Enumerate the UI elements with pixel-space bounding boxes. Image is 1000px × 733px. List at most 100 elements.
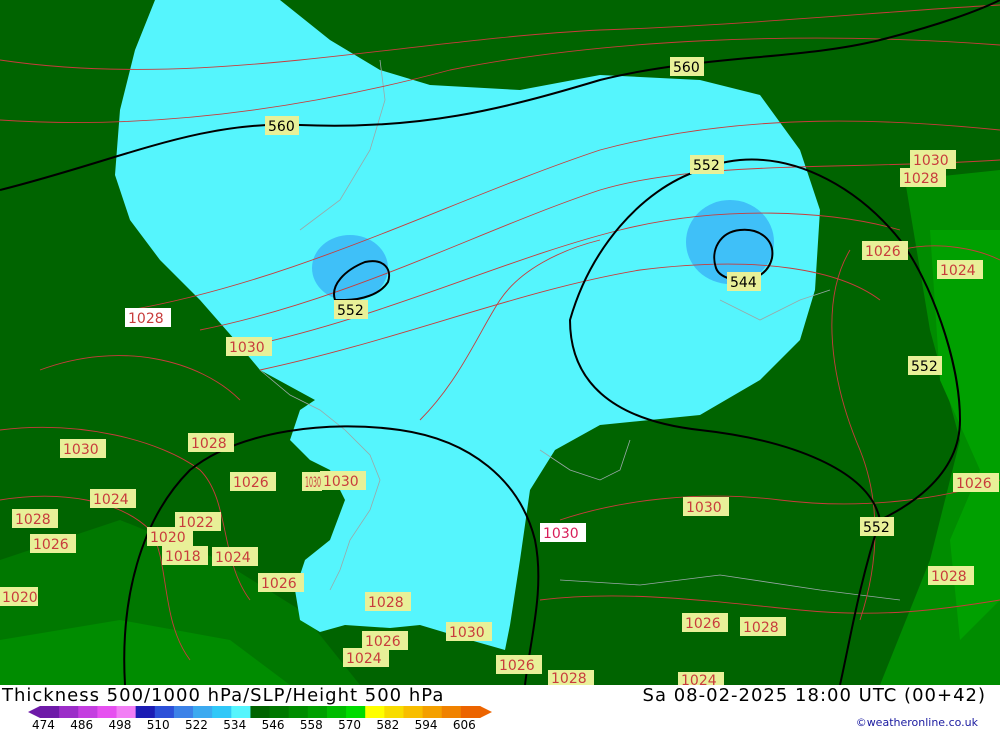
thickness-blue-pocket-east <box>686 200 774 284</box>
colorbar-label: 558 <box>299 718 323 732</box>
pressure-label-text: 1030 <box>686 500 722 516</box>
pressure-label: 1026 <box>30 534 76 553</box>
colorbar-swatch <box>231 706 251 718</box>
pressure-label-text: 1030 <box>913 153 949 169</box>
pressure-label: 1026 <box>258 573 304 592</box>
pressure-label: 1024 <box>212 547 258 566</box>
pressure-label-text: 1022 <box>178 515 214 531</box>
pressure-label: 1030 <box>60 439 106 458</box>
pressure-label-text: 1028 <box>128 311 164 327</box>
pressure-label-text: 1028 <box>903 171 939 187</box>
colorbar-swatch <box>173 706 194 718</box>
pressure-label-text: 1028 <box>15 512 51 528</box>
pressure-label-text: 1030 <box>63 442 99 458</box>
pressure-label: 1026 <box>953 473 999 492</box>
colorbar-swatch <box>212 706 232 718</box>
pressure-label-text: 1026 <box>499 658 535 674</box>
pressure-label: 1026 <box>496 655 542 674</box>
height-label: 552 <box>690 155 724 174</box>
pressure-label: 1024 <box>937 260 983 279</box>
height-label-text: 552 <box>337 303 364 319</box>
colorbar-label: 582 <box>376 718 400 732</box>
pressure-label: 1026 <box>682 613 728 632</box>
colorbar-label: 594 <box>414 718 438 732</box>
colorbar-label: 474 <box>32 718 55 732</box>
pressure-label: 1030 <box>302 472 322 491</box>
pressure-label: 1024 <box>678 672 724 685</box>
colorbar-swatch <box>135 706 156 718</box>
colorbar-swatches <box>28 706 492 718</box>
pressure-label: 1020 <box>0 587 38 606</box>
pressure-label: 1026 <box>862 241 908 260</box>
pressure-label-text: 1026 <box>956 476 992 492</box>
credit-text: ©weatheronline.co.uk <box>855 716 978 729</box>
colorbar-swatch <box>441 706 462 718</box>
colorbar-label: 606 <box>452 718 476 732</box>
pressure-label-text: 1024 <box>940 263 976 279</box>
pressure-label: 1030 <box>910 150 956 169</box>
colorbar-swatch <box>307 706 328 718</box>
colorbar-swatch <box>326 706 347 718</box>
colorbar-swatch <box>422 706 443 718</box>
pressure-label: 1024 <box>90 489 136 508</box>
colorbar-label: 546 <box>261 718 285 732</box>
height-label-text: 552 <box>863 520 890 536</box>
pressure-label-text: 1026 <box>233 475 269 491</box>
pressure-label: 1018 <box>162 546 208 565</box>
pressure-label-text: 1030 <box>323 474 359 490</box>
colorbar-swatch <box>78 706 98 718</box>
colorbar-swatch <box>40 706 60 718</box>
pressure-label-text: 1030 <box>305 475 321 491</box>
pressure-label: 1028 <box>188 433 234 452</box>
height-label-text: 560 <box>673 60 700 76</box>
colorbar-swatch <box>250 706 271 718</box>
pressure-label-text: 1024 <box>346 651 382 667</box>
colorbar-swatch <box>384 706 404 718</box>
pressure-label: 1022 <box>175 512 221 531</box>
colorbar-swatch <box>346 706 366 718</box>
colorbar-swatch <box>59 706 79 718</box>
colorbar-swatch <box>97 706 118 718</box>
colorbar-arrow-right <box>480 706 492 718</box>
pressure-label-text: 1018 <box>165 549 201 565</box>
height-label: 560 <box>670 57 704 76</box>
pressure-label-text: 1026 <box>365 634 401 650</box>
colorbar-label: 570 <box>338 718 361 732</box>
pressure-label-text: 1024 <box>93 492 129 508</box>
pressure-label: 1028 <box>928 566 974 585</box>
pressure-label-text: 1030 <box>449 625 485 641</box>
pressure-label-text: 1020 <box>2 590 38 606</box>
map-title: Thickness 500/1000 hPa/SLP/Height 500 hP… <box>2 685 445 706</box>
pressure-label: 1024 <box>343 648 389 667</box>
pressure-label-text: 1030 <box>543 526 579 542</box>
colorbar-swatch <box>193 706 213 718</box>
pressure-label-text: 1026 <box>33 537 69 553</box>
height-label: 552 <box>860 517 894 536</box>
pressure-label-text: 1026 <box>865 244 901 260</box>
colorbar-swatch <box>403 706 424 718</box>
colorbar-label: 498 <box>108 718 132 732</box>
pressure-label: 1028 <box>12 509 58 528</box>
pressure-label-text: 1026 <box>685 616 721 632</box>
height-label: 552 <box>334 300 368 319</box>
pressure-label-text: 1024 <box>681 673 717 685</box>
pressure-label: 1028 <box>365 592 411 611</box>
colorbar-swatch <box>269 706 290 718</box>
thickness-blue-pocket-west <box>312 235 388 301</box>
colorbar-label: 510 <box>146 718 170 732</box>
colorbar-label: 522 <box>185 718 208 732</box>
pressure-label: 1030 <box>320 471 366 490</box>
colorbar-swatch <box>116 706 137 718</box>
weather-map: 560 560 552 552 544 552 552 1030 1028 10… <box>0 0 1000 685</box>
height-label-text: 544 <box>730 275 757 291</box>
pressure-label: 1030 <box>446 622 492 641</box>
pressure-label: 1030 <box>540 523 586 542</box>
height-label: 560 <box>265 116 299 135</box>
colorbar-arrow-left <box>28 706 40 718</box>
colorbar-label: 534 <box>223 718 247 732</box>
colorbar <box>28 706 492 718</box>
colorbar-swatch <box>154 706 175 718</box>
pressure-label: 1028 <box>740 617 786 636</box>
pressure-label-text: 1020 <box>150 530 186 546</box>
colorbar-swatch <box>460 706 481 718</box>
